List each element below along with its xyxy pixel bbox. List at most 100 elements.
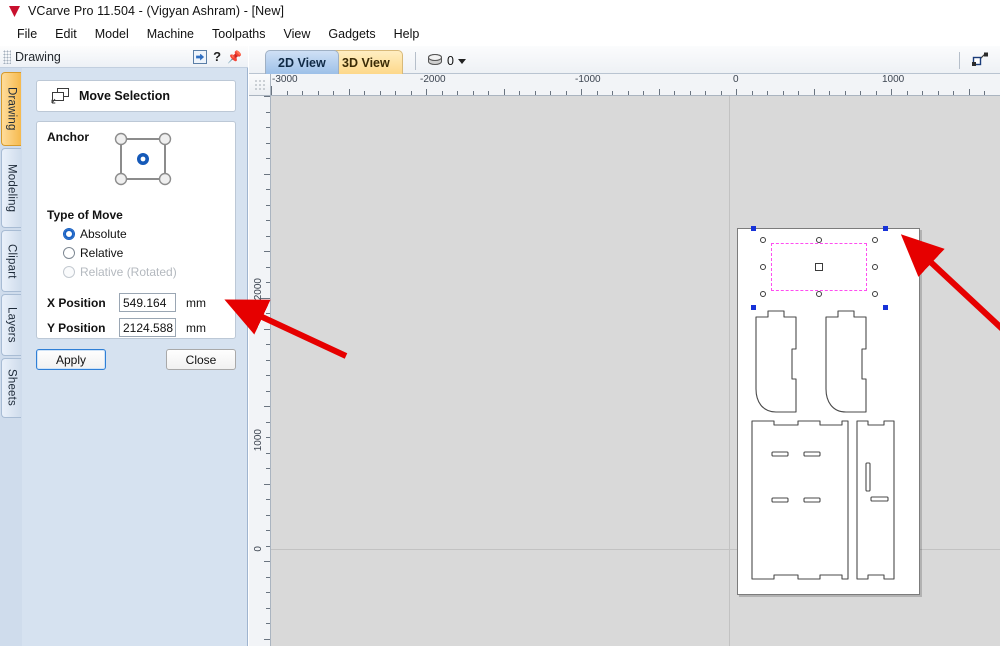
radio-relative-rotated: Relative (Rotated)	[63, 265, 225, 279]
v-ruler-tick	[266, 437, 270, 438]
menu-item-help[interactable]: Help	[385, 24, 429, 44]
h-ruler-tick	[953, 91, 954, 95]
h-ruler-tick	[380, 91, 381, 95]
resize-handle-s[interactable]	[816, 291, 822, 297]
menu-item-toolpaths[interactable]: Toolpaths	[203, 24, 275, 44]
v-ruler-tick	[266, 608, 270, 609]
resize-handle-n[interactable]	[816, 237, 822, 243]
tab-3d-view[interactable]: 3D View	[329, 50, 403, 74]
panel-drag-grip[interactable]	[3, 49, 11, 64]
view-tab-bar: 2D View 3D View 0	[249, 46, 1000, 74]
v-ruler-tick	[261, 298, 270, 299]
h-ruler-tick	[628, 91, 629, 95]
radio-relative-indicator	[63, 247, 75, 259]
rotate-handle-ne[interactable]	[883, 226, 888, 231]
y-position-row: Y Position 2124.588 mm	[47, 318, 225, 337]
v-ruler-tick	[266, 453, 270, 454]
h-ruler-tick	[473, 91, 474, 95]
h-ruler-tick	[984, 91, 985, 95]
h-ruler-tick	[783, 91, 784, 95]
v-ruler-tick	[264, 329, 270, 330]
v-ruler-tick	[266, 313, 270, 314]
v-ruler-tick	[266, 468, 270, 469]
sidebar-tab-clipart-label: Clipart	[5, 243, 18, 279]
drawing-canvas[interactable]	[271, 96, 1000, 646]
sidebar-tab-drawing[interactable]: Drawing	[1, 72, 21, 146]
radio-absolute-indicator	[63, 228, 75, 240]
x-position-row: X Position 549.164 mm	[47, 293, 225, 312]
help-question-icon[interactable]: ?	[213, 50, 221, 63]
h-ruler-tick	[333, 91, 334, 95]
menu-item-file[interactable]: File	[8, 24, 46, 44]
toolbar-divider	[415, 52, 416, 70]
rotate-handle-se[interactable]	[883, 305, 888, 310]
h-ruler-tick	[612, 91, 613, 95]
menu-item-gadgets[interactable]: Gadgets	[319, 24, 384, 44]
h-ruler-tick	[767, 91, 768, 95]
v-ruler-label-1: 1000	[253, 429, 264, 452]
dock-panel-icon[interactable]	[193, 49, 208, 64]
h-ruler-tick	[597, 91, 598, 95]
h-ruler-tick	[907, 91, 908, 95]
h-ruler-tick	[395, 91, 396, 95]
anchor-selector[interactable]	[109, 128, 177, 190]
resize-handle-ne[interactable]	[872, 237, 878, 243]
sidebar-tab-sheets[interactable]: Sheets	[1, 358, 21, 418]
h-ruler-tick	[566, 91, 567, 95]
vertical-ruler[interactable]: 2000 1000 0	[249, 96, 271, 646]
h-ruler-tick	[845, 91, 846, 95]
form-buttons: Apply Close	[36, 349, 236, 371]
h-ruler-tick	[535, 91, 536, 95]
close-button[interactable]: Close	[166, 349, 236, 370]
left-dock-panel: Drawing ? 📌 Drawing Modeling Clipart Lay…	[0, 46, 248, 646]
v-ruler-tick	[266, 546, 270, 547]
h-ruler-tick	[736, 89, 737, 95]
menu-item-machine[interactable]: Machine	[138, 24, 203, 44]
material-sheet[interactable]	[737, 226, 920, 595]
y-position-unit: mm	[186, 320, 206, 335]
resize-handle-nw[interactable]	[760, 237, 766, 243]
h-ruler-tick	[318, 91, 319, 95]
v-ruler-tick	[266, 360, 270, 361]
h-ruler-tick	[814, 89, 815, 95]
v-ruler-tick	[264, 561, 270, 562]
node-edit-icon[interactable]	[970, 51, 990, 69]
h-ruler-tick	[581, 89, 582, 95]
v-ruler-tick	[266, 282, 270, 283]
menu-item-view[interactable]: View	[275, 24, 320, 44]
pin-icon[interactable]: 📌	[227, 51, 242, 63]
y-position-input[interactable]: 2124.588	[119, 318, 176, 337]
x-position-unit: mm	[186, 295, 206, 310]
sidebar-tab-layers[interactable]: Layers	[1, 294, 21, 356]
sidebar-tab-modeling[interactable]: Modeling	[1, 148, 21, 228]
x-position-label: X Position	[47, 295, 106, 310]
material-selector[interactable]: 0	[427, 51, 466, 71]
rotate-handle-nw[interactable]	[751, 226, 756, 231]
resize-handle-sw[interactable]	[760, 291, 766, 297]
v-ruler-tick	[266, 577, 270, 578]
apply-button[interactable]: Apply	[36, 349, 106, 370]
h-ruler-tick	[442, 91, 443, 95]
menu-item-edit[interactable]: Edit	[46, 24, 86, 44]
material-cylinder-icon	[427, 53, 443, 70]
move-selection-form: Anchor Type of Move Absolute Relative Re…	[36, 121, 236, 339]
radio-relative[interactable]: Relative	[63, 246, 225, 260]
resize-handle-w[interactable]	[760, 264, 766, 270]
chevron-down-icon[interactable]	[457, 58, 466, 64]
resize-handle-se[interactable]	[872, 291, 878, 297]
radio-absolute[interactable]: Absolute	[63, 227, 225, 241]
h-ruler-tick	[876, 91, 877, 95]
resize-handle-e[interactable]	[872, 264, 878, 270]
radio-absolute-label: Absolute	[80, 227, 127, 241]
rotate-handle-sw[interactable]	[751, 305, 756, 310]
selection-center-handle[interactable]	[815, 263, 823, 271]
tab-2d-view[interactable]: 2D View	[265, 50, 339, 74]
v-ruler-tick	[266, 158, 270, 159]
menu-item-model[interactable]: Model	[86, 24, 138, 44]
sidebar-tab-layers-label: Layers	[5, 307, 18, 343]
horizontal-ruler[interactable]: -3000 -2000 -1000 0 1000	[271, 74, 1000, 96]
h-ruler-tick	[752, 91, 753, 95]
h-ruler-tick	[457, 91, 458, 95]
sidebar-tab-clipart[interactable]: Clipart	[1, 230, 21, 292]
x-position-input[interactable]: 549.164	[119, 293, 176, 312]
